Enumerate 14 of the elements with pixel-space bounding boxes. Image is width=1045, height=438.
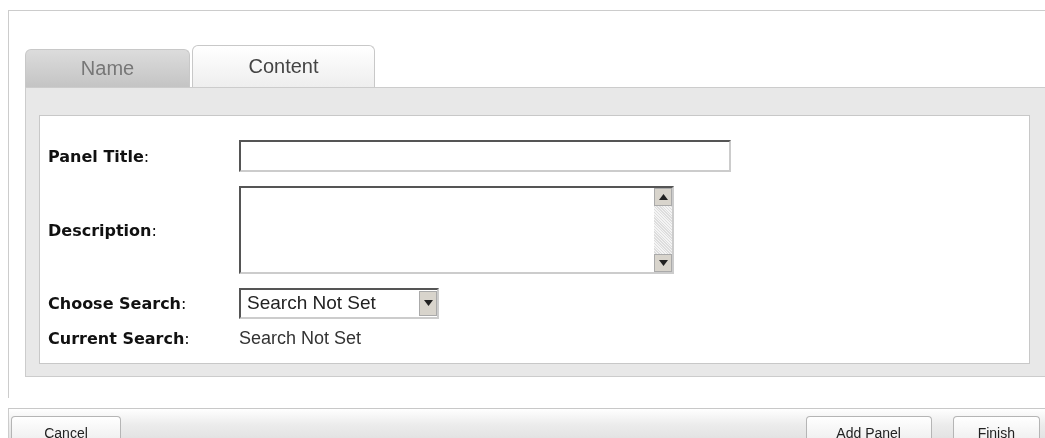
field-label: Choose Search: [48, 293, 188, 313]
input-field[interactable] [239, 140, 731, 172]
tab[interactable]: Content [192, 45, 375, 87]
field-label: Panel Title: [48, 146, 151, 166]
scrollbar[interactable] [654, 188, 672, 272]
footer-button[interactable]: Finish [952, 416, 1040, 438]
field-label: Current Search: [48, 328, 191, 348]
footer-button[interactable]: Add Panel [805, 416, 932, 438]
search-dropdown[interactable]: Search Not Set [239, 287, 439, 319]
footer-button[interactable]: Cancel [11, 416, 121, 438]
caret-icon[interactable] [419, 290, 437, 316]
text-area[interactable] [239, 186, 674, 274]
field-value: Search Not Set [239, 327, 362, 349]
field-label: Description: [48, 220, 158, 240]
